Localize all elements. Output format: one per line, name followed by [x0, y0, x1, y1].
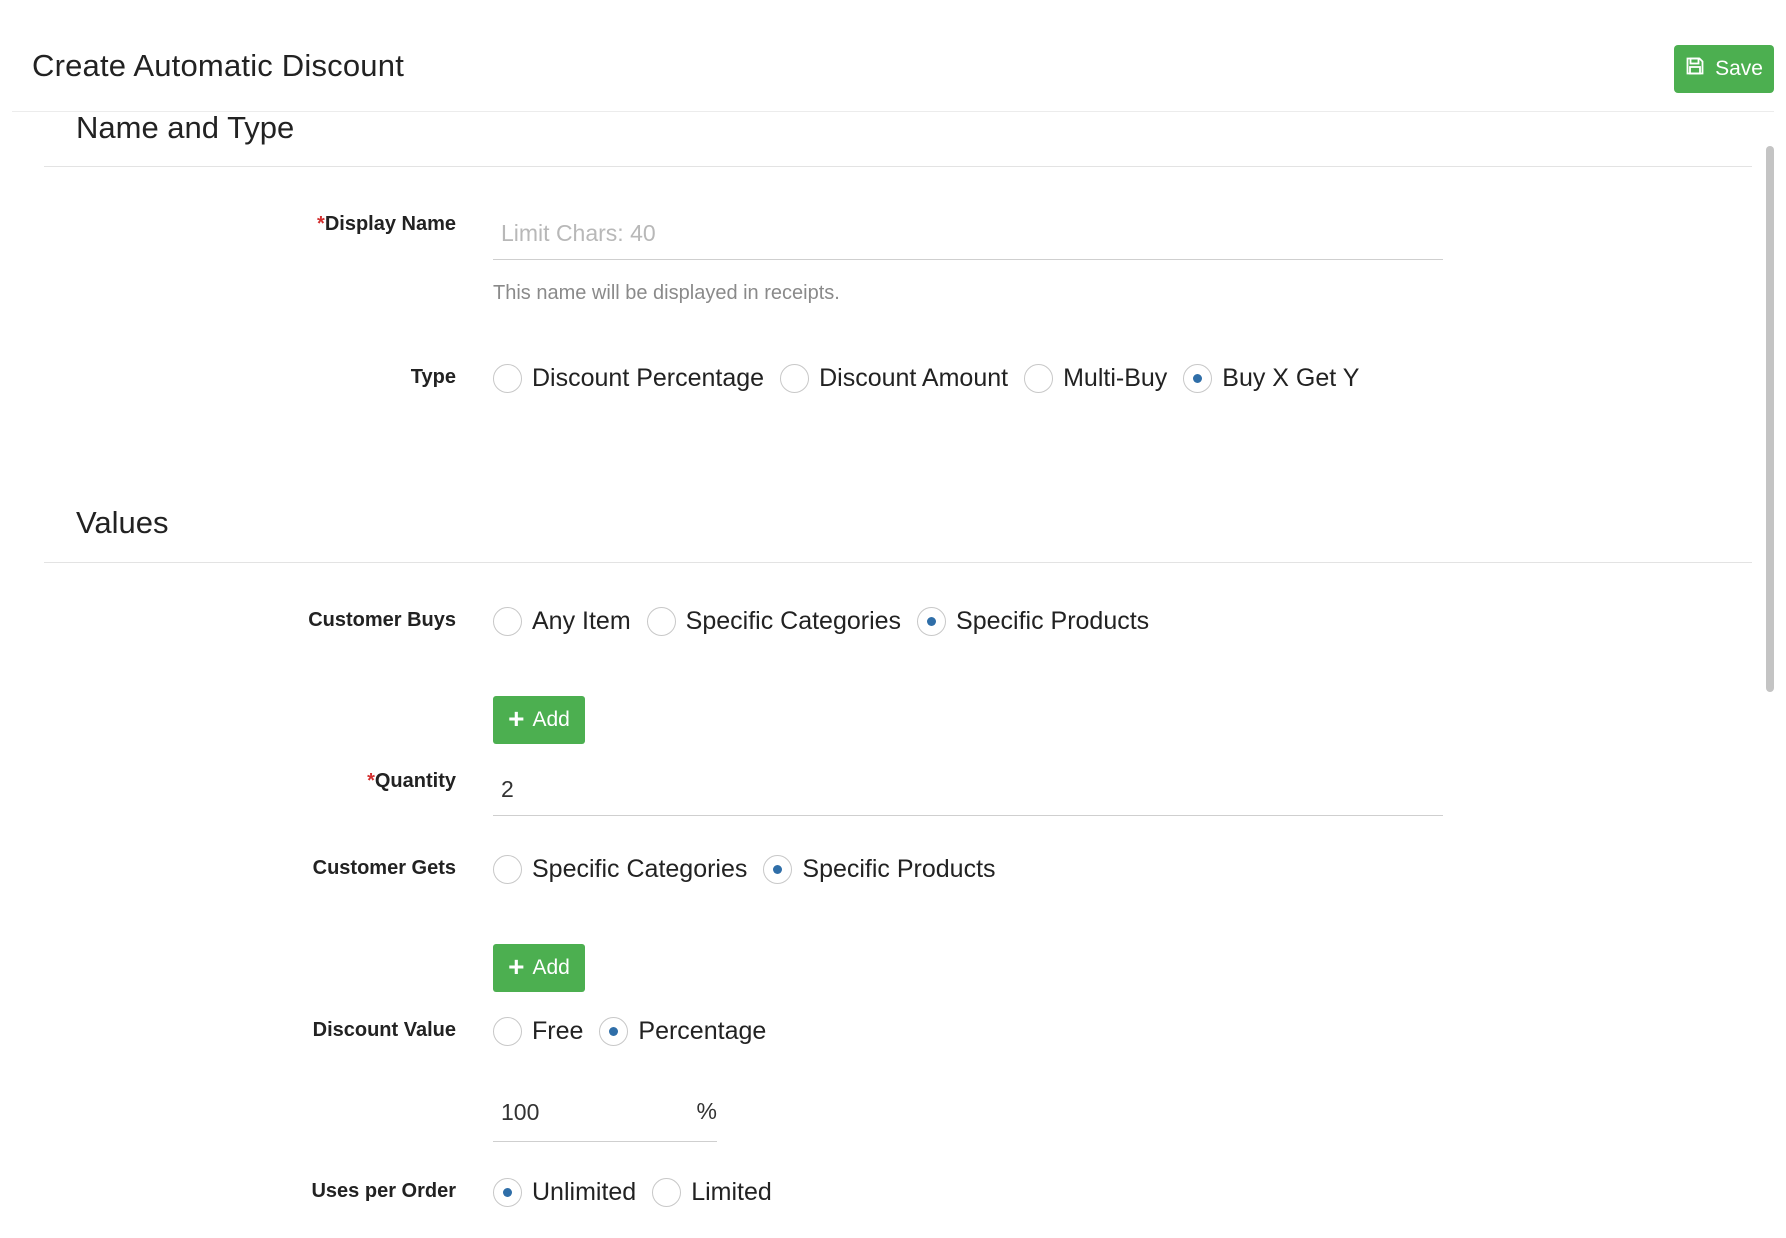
quantity-input[interactable] [493, 764, 1443, 816]
radio-button-selected[interactable] [1183, 363, 1213, 393]
customer-buys-radio-group: Any Item Specific Categories Specific Pr… [493, 604, 1165, 638]
uses-per-order-option-limited[interactable]: Limited [652, 1177, 772, 1207]
discount-value-option-percentage[interactable]: Percentage [599, 1016, 766, 1046]
customer-buys-add-button[interactable]: + Add [493, 696, 585, 744]
percent-unit: % [696, 1098, 717, 1124]
display-name-label-text: Display Name [324, 213, 456, 235]
section-divider [44, 562, 1752, 563]
create-discount-page: Create Automatic Discount Save Name and … [0, 0, 1786, 1238]
required-mark: * [317, 213, 325, 235]
radio-button[interactable] [493, 363, 522, 393]
radio-button[interactable] [493, 606, 522, 636]
uses-per-order-option-unlimited[interactable]: Unlimited [493, 1177, 636, 1207]
customer-buys-option-specific-products[interactable]: Specific Products [917, 606, 1149, 636]
discount-value-label: Discount Value [312, 1019, 456, 1041]
customer-gets-option-specific-products[interactable]: Specific Products [763, 854, 996, 884]
radio-button[interactable] [780, 363, 810, 393]
scrollbar[interactable] [1766, 146, 1774, 692]
type-option-buy-x-get-y[interactable]: Buy X Get Y [1183, 363, 1359, 393]
customer-buys-label: Customer Buys [308, 609, 456, 631]
type-option-multi-buy[interactable]: Multi-Buy [1024, 363, 1167, 393]
customer-gets-radio-group: Specific Categories Specific Products [493, 852, 1012, 886]
page-title: Create Automatic Discount [32, 48, 405, 83]
section-title-values: Values [76, 505, 169, 540]
type-option-discount-amount[interactable]: Discount Amount [780, 363, 1008, 393]
radio-button-selected[interactable] [599, 1016, 629, 1046]
quantity-label: *Quantity [367, 770, 456, 793]
customer-gets-add-button[interactable]: + Add [493, 944, 585, 992]
radio-button[interactable] [652, 1177, 682, 1207]
radio-button[interactable] [1024, 363, 1054, 393]
display-name-label: *Display Name [317, 213, 456, 236]
discount-value-option-free[interactable]: Free [493, 1016, 583, 1046]
discount-percentage-field: % [493, 1084, 717, 1142]
display-name-help: This name will be displayed in receipts. [493, 282, 840, 304]
save-button-label: Save [1715, 57, 1763, 80]
radio-button-selected[interactable] [763, 854, 793, 884]
radio-button-selected[interactable] [493, 1177, 522, 1207]
type-option-discount-percentage[interactable]: Discount Percentage [493, 363, 764, 393]
discount-percentage-input[interactable] [493, 1084, 673, 1140]
page-header: Create Automatic Discount Save [12, 0, 1774, 112]
radio-button[interactable] [493, 854, 522, 884]
quantity-label-text: Quantity [374, 770, 456, 792]
uses-per-order-label: Uses per Order [311, 1180, 456, 1202]
uses-per-order-radio-group: Unlimited Limited [493, 1175, 788, 1209]
plus-icon: + [508, 703, 525, 734]
type-radio-group: Discount Percentage Discount Amount Mult… [493, 361, 1375, 395]
radio-button[interactable] [493, 1016, 522, 1046]
required-mark: * [367, 770, 375, 792]
save-button[interactable]: Save [1674, 45, 1774, 93]
plus-icon: + [508, 951, 525, 982]
radio-button-selected[interactable] [917, 606, 947, 636]
section-title-name-and-type: Name and Type [76, 110, 295, 145]
type-label: Type [410, 366, 456, 388]
customer-gets-label: Customer Gets [312, 857, 456, 879]
discount-value-radio-group: Free Percentage [493, 1014, 782, 1048]
customer-gets-option-specific-categories[interactable]: Specific Categories [493, 854, 747, 884]
customer-buys-option-any-item[interactable]: Any Item [493, 606, 631, 636]
floppy-disk-icon [1685, 56, 1705, 82]
customer-buys-option-specific-categories[interactable]: Specific Categories [646, 606, 901, 636]
section-divider [44, 166, 1752, 167]
radio-button[interactable] [646, 606, 676, 636]
display-name-input[interactable] [493, 208, 1443, 260]
